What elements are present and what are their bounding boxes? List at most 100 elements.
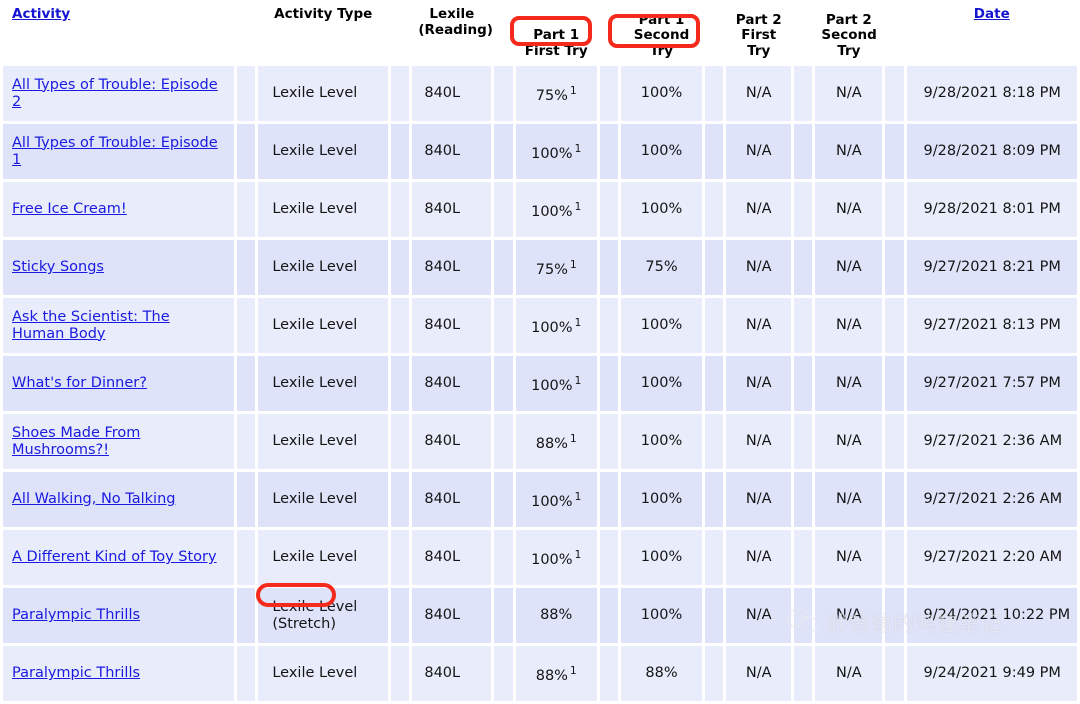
activity-link[interactable]: Paralympic Thrills <box>12 607 140 623</box>
cell-spacer <box>794 646 813 701</box>
activity-link[interactable]: All Types of Trouble: Episode 2 <box>12 77 218 110</box>
cell-spacer <box>494 646 513 701</box>
cell-part1-first-try: 75% 1 <box>515 240 597 295</box>
cell-activity-type: Lexile Level <box>258 472 389 527</box>
cell-spacer <box>885 66 904 121</box>
cell-part2-first-try: N/A <box>726 646 792 701</box>
cell-lexile: 840L <box>412 182 492 237</box>
cell-activity-type: Lexile Level <box>258 182 389 237</box>
cell-spacer <box>599 588 618 643</box>
cell-part1-first-try: 100% 1 <box>515 124 597 179</box>
cell-spacer <box>705 414 724 469</box>
cell-part2-second-try: N/A <box>815 530 883 585</box>
cell-lexile: 840L <box>412 124 492 179</box>
table-row: All Walking, No Talking Lexile Level 840L 1… <box>3 472 1077 527</box>
cell-spacer <box>599 182 618 237</box>
activity-link[interactable]: Sticky Songs <box>12 259 104 275</box>
column-header-lexile: Lexile (Reading) <box>412 3 493 63</box>
cell-part2-first-try: N/A <box>726 414 792 469</box>
cell-spacer <box>391 414 410 469</box>
cell-activity-type: Lexile Level <box>258 298 389 353</box>
cell-lexile: 840L <box>412 646 492 701</box>
column-header-activity-type-label: Activity Type <box>274 6 373 22</box>
column-header-part2-first-try: Part 2 First Try <box>726 3 792 63</box>
column-header-part2-first-line1: Part 2 <box>735 11 782 28</box>
cell-spacer <box>794 472 813 527</box>
column-header-part2-first-line2: First <box>741 27 777 43</box>
cell-activity: A Different Kind of Toy Story <box>3 530 235 585</box>
part1-first-try-value: 100% <box>531 145 573 162</box>
cell-spacer <box>705 588 724 643</box>
header-spacer <box>705 3 724 63</box>
cell-part1-first-try: 100% 1 <box>515 182 597 237</box>
cell-spacer <box>885 298 904 353</box>
cell-spacer <box>391 588 410 643</box>
cell-spacer <box>794 124 813 179</box>
activity-link[interactable]: Free Ice Cream! <box>12 201 127 217</box>
footnote-marker: 1 <box>569 664 577 677</box>
footnote-marker: 1 <box>574 490 582 503</box>
part1-first-try-value: 100% <box>531 203 573 220</box>
column-header-activity[interactable]: Activity <box>3 3 235 63</box>
activity-link[interactable]: Shoes Made From Mushrooms?! <box>12 425 140 458</box>
cell-date: 9/27/2021 2:26 AM <box>906 472 1077 527</box>
cell-spacer <box>705 472 724 527</box>
cell-spacer <box>885 588 904 643</box>
cell-part1-second-try: 100% <box>620 356 703 411</box>
activity-type-label: Lexile Level <box>272 665 358 681</box>
column-header-part2-second-try: Part 2 Second Try <box>815 3 883 63</box>
cell-part2-second-try: N/A <box>815 124 883 179</box>
footnote-marker: 1 <box>569 258 577 271</box>
cell-part2-second-try: N/A <box>815 472 883 527</box>
cell-part1-second-try: 100% <box>620 414 703 469</box>
cell-part2-second-try: N/A <box>815 66 883 121</box>
cell-spacer <box>494 298 513 353</box>
cell-spacer <box>494 124 513 179</box>
activity-sort-link[interactable]: Activity <box>12 6 70 22</box>
cell-spacer <box>885 530 904 585</box>
cell-activity: Free Ice Cream! <box>3 182 235 237</box>
cell-spacer <box>391 646 410 701</box>
part1-first-try-value: 75% <box>535 261 568 278</box>
cell-part2-second-try: N/A <box>815 298 883 353</box>
cell-date: 9/27/2021 7:57 PM <box>906 356 1077 411</box>
footnote-marker: 1 <box>574 142 582 155</box>
activity-link[interactable]: What's for Dinner? <box>12 375 147 391</box>
activity-link[interactable]: A Different Kind of Toy Story <box>12 549 217 565</box>
cell-spacer <box>599 356 618 411</box>
cell-spacer <box>705 182 724 237</box>
activity-type-label: Lexile Level <box>272 375 358 391</box>
cell-activity: All Walking, No Talking <box>3 472 235 527</box>
cell-spacer <box>237 530 256 585</box>
activity-type-note: (Stretch) <box>272 615 336 632</box>
table-row: All Types of Trouble: Episode 1 Lexile Le… <box>3 124 1077 179</box>
part1-first-try-value: 100% <box>531 551 573 568</box>
cell-date: 9/24/2021 9:49 PM <box>906 646 1077 701</box>
cell-spacer <box>599 66 618 121</box>
cell-activity-type: Lexile Level <box>258 646 389 701</box>
cell-spacer <box>237 124 256 179</box>
table-header: Activity Activity Type Lexile (Reading) … <box>3 3 1077 63</box>
cell-spacer <box>885 414 904 469</box>
column-header-date[interactable]: Date <box>906 3 1077 63</box>
column-header-part1-second-line2: Second Try <box>633 27 690 59</box>
activity-link[interactable]: Ask the Scientist: The Human Body <box>12 309 170 342</box>
cell-activity-type: Lexile Level <box>258 240 389 295</box>
date-sort-link[interactable]: Date <box>974 6 1010 22</box>
activity-type-label: Lexile Level <box>272 433 358 449</box>
cell-spacer <box>391 356 410 411</box>
activity-link[interactable]: All Types of Trouble: Episode 1 <box>12 135 218 168</box>
cell-spacer <box>494 66 513 121</box>
column-header-activity-type: Activity Type <box>258 3 389 63</box>
activity-link[interactable]: All Walking, No Talking <box>12 491 175 507</box>
cell-activity-type: Lexile Level <box>258 414 389 469</box>
cell-part1-second-try: 88% <box>620 646 703 701</box>
footnote-marker: 1 <box>569 84 577 97</box>
cell-spacer <box>391 240 410 295</box>
activity-type-label: Lexile Level <box>272 259 358 275</box>
cell-spacer <box>705 240 724 295</box>
activity-link[interactable]: Paralympic Thrills <box>12 665 140 681</box>
cell-date: 9/28/2021 8:01 PM <box>906 182 1077 237</box>
cell-spacer <box>237 588 256 643</box>
cell-part1-second-try: 75% <box>620 240 703 295</box>
